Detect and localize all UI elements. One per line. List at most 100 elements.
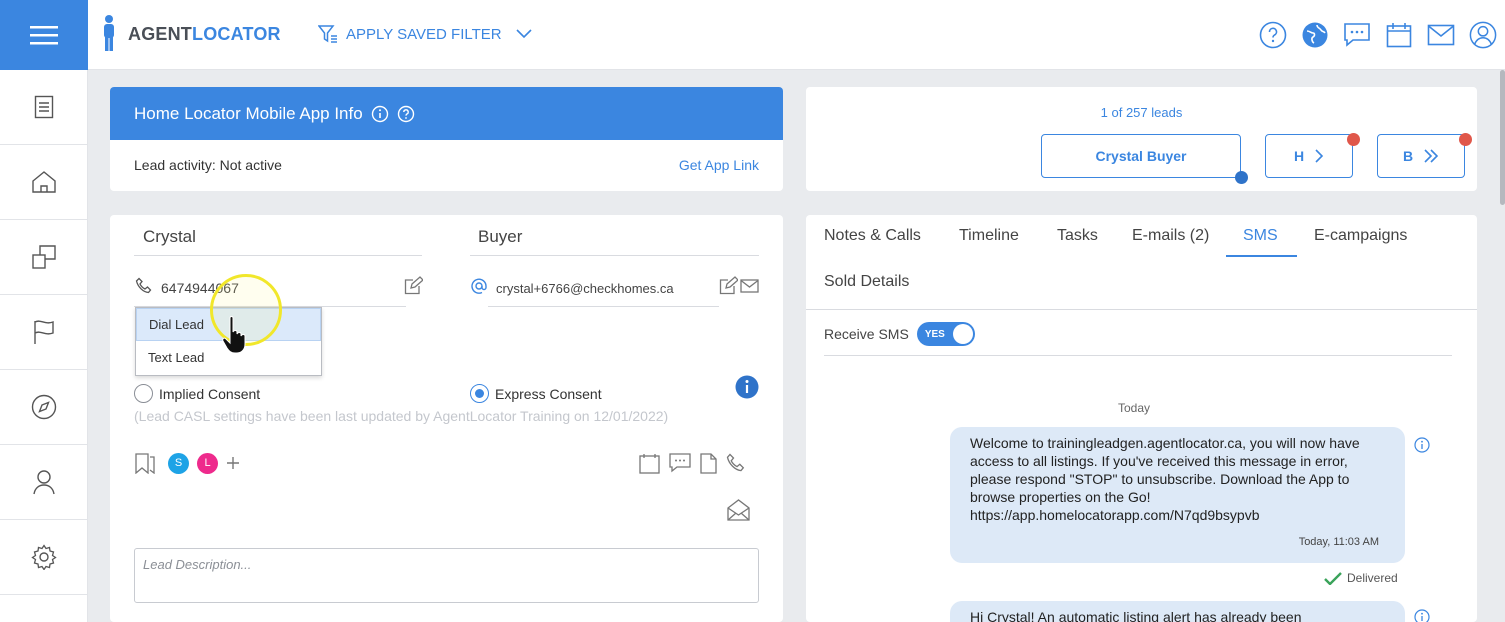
- last-name-field[interactable]: Buyer: [478, 227, 522, 247]
- page-scrollbar[interactable]: [1500, 70, 1505, 205]
- phone-call-icon[interactable]: [726, 453, 748, 474]
- next-lead-label: B: [1402, 148, 1414, 164]
- edit-email-icon[interactable]: [719, 276, 738, 295]
- chevron-right-icon: [1315, 149, 1324, 163]
- date-separator: Today: [1118, 401, 1151, 415]
- app-info-title: Home Locator Mobile App Info: [134, 103, 363, 123]
- message-info-icon[interactable]: [1414, 437, 1430, 453]
- casl-note: (Lead CASL settings have been last updat…: [134, 408, 669, 424]
- previous-lead-badge: [1347, 133, 1360, 146]
- sms-message-text: Welcome to trainingleadgen.agentlocator.…: [970, 435, 1360, 523]
- avatar[interactable]: L: [197, 452, 218, 474]
- flag-icon: [33, 320, 54, 344]
- lead-navigation-card: 1 of 257 leads Crystal Buyer H B: [806, 87, 1477, 191]
- sms-message-text: Hi Crystal! An automatic listing alert h…: [970, 609, 1302, 622]
- sidebar-item-listings[interactable]: [0, 220, 87, 295]
- filter-icon: [318, 25, 337, 43]
- delivery-status: Delivered: [1324, 571, 1398, 585]
- avatar[interactable]: S: [168, 452, 189, 474]
- lead-count: 1 of 257 leads: [1100, 105, 1183, 120]
- sidebar-item-documents[interactable]: [0, 70, 87, 145]
- calendar-icon[interactable]: [639, 453, 660, 474]
- logo-text-agent: AGENT: [128, 23, 192, 44]
- lead-activity-value: Not active: [219, 157, 282, 173]
- sms-message-bubble: Welcome to trainingleadgen.agentlocator.…: [950, 427, 1405, 563]
- open-mail-icon[interactable]: [727, 499, 750, 521]
- sidebar-item-contacts[interactable]: [0, 445, 87, 520]
- check-icon: [1324, 571, 1342, 585]
- first-name-field[interactable]: Crystal: [143, 227, 196, 247]
- sidebar-item-flags[interactable]: [0, 295, 87, 370]
- tab-tasks[interactable]: Tasks: [1057, 227, 1098, 255]
- tab-sms[interactable]: SMS: [1226, 227, 1297, 257]
- top-bar: AGENTLOCATOR APPLY SAVED FILTER: [0, 0, 1505, 70]
- calendar-icon[interactable]: [1385, 20, 1413, 50]
- logo-text-locator: LOCATOR: [192, 23, 281, 44]
- tab-e-campaigns[interactable]: E-campaigns: [1314, 227, 1407, 255]
- get-app-link[interactable]: Get App Link: [679, 157, 759, 173]
- implied-consent-radio[interactable]: [134, 384, 153, 403]
- current-lead-indicator: [1235, 171, 1248, 184]
- lead-actions: [639, 453, 748, 474]
- at-icon: [471, 278, 487, 294]
- file-icon[interactable]: [700, 453, 717, 474]
- lead-activity: Lead activity: Not active: [134, 157, 282, 173]
- current-lead-button[interactable]: Crystal Buyer: [1041, 134, 1248, 184]
- express-consent-label: Express Consent: [495, 385, 602, 402]
- apply-saved-filter-button[interactable]: APPLY SAVED FILTER: [318, 24, 532, 44]
- express-consent-option[interactable]: Express Consent: [470, 384, 602, 403]
- menu-button[interactable]: [0, 0, 88, 70]
- tab-notes-calls[interactable]: Notes & Calls: [824, 227, 921, 255]
- help-icon[interactable]: [1259, 20, 1287, 50]
- logo[interactable]: AGENTLOCATOR: [100, 12, 281, 56]
- double-chevron-right-icon: [1424, 149, 1439, 163]
- toggle-state: YES: [924, 328, 945, 340]
- globe-icon[interactable]: [1301, 20, 1329, 50]
- user-icon[interactable]: [1469, 20, 1497, 50]
- filter-label: APPLY SAVED FILTER: [346, 25, 502, 43]
- edit-icon[interactable]: [404, 276, 423, 295]
- tab-timeline[interactable]: Timeline: [959, 227, 1019, 255]
- message-info-icon[interactable]: [1414, 609, 1430, 622]
- tags-row: S L: [134, 452, 240, 474]
- sms-divider: [824, 355, 1452, 356]
- phone-icon: [135, 277, 152, 294]
- consent-info-icon[interactable]: [735, 375, 759, 399]
- receive-sms-toggle[interactable]: YES: [916, 322, 975, 346]
- sms-icon[interactable]: [669, 453, 691, 473]
- lead-detail-card: Crystal Buyer 6474944067 crystal+6766@ch…: [110, 215, 783, 622]
- document-icon: [34, 95, 53, 119]
- tag-icon[interactable]: [134, 452, 156, 474]
- agent-figure-icon: [104, 15, 114, 51]
- express-consent-radio[interactable]: [470, 384, 489, 403]
- add-icon[interactable]: [226, 456, 240, 470]
- previous-lead-button[interactable]: H: [1265, 133, 1360, 178]
- sms-message-bubble: Hi Crystal! An automatic listing alert h…: [950, 601, 1405, 622]
- lead-description-input[interactable]: Lead Description...: [134, 548, 759, 603]
- home-icon: [31, 171, 56, 193]
- implied-consent-label: Implied Consent: [159, 385, 261, 402]
- lead-activity-label: Lead activity:: [134, 157, 216, 173]
- delivery-status-label: Delivered: [1347, 571, 1398, 585]
- copy-icon: [31, 245, 56, 269]
- mail-icon[interactable]: [1427, 20, 1455, 50]
- sidebar-item-explore[interactable]: [0, 370, 87, 445]
- previous-lead-label: H: [1293, 148, 1305, 164]
- info-icon[interactable]: [371, 105, 389, 123]
- implied-consent-option[interactable]: Implied Consent: [134, 384, 260, 403]
- hand-cursor-icon: [222, 316, 246, 354]
- person-icon: [32, 470, 55, 495]
- send-email-icon[interactable]: [740, 279, 759, 293]
- email-underline: [488, 306, 719, 307]
- sidebar-item-home[interactable]: [0, 145, 87, 220]
- email-field[interactable]: crystal+6766@checkhomes.ca: [496, 281, 674, 296]
- last-name-underline: [470, 255, 759, 256]
- sidebar-item-settings[interactable]: [0, 520, 87, 595]
- tab-emails[interactable]: E-mails (2): [1132, 227, 1209, 255]
- receive-sms-label: Receive SMS: [824, 326, 909, 342]
- tab-sold-details[interactable]: Sold Details: [824, 273, 909, 301]
- chat-icon[interactable]: [1343, 20, 1371, 50]
- sms-timestamp: Today, 11:03 AM: [1298, 536, 1379, 548]
- help-icon[interactable]: [397, 105, 415, 123]
- next-lead-button[interactable]: B: [1377, 133, 1472, 178]
